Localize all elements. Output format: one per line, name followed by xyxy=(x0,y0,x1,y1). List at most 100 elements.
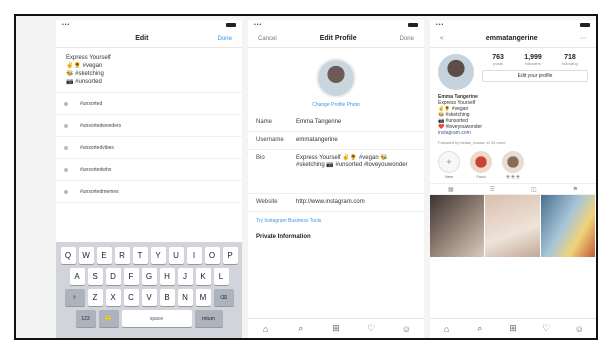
nav-bar: Cancel Edit Profile Done xyxy=(248,30,424,48)
add-post-icon[interactable]: ⊞ xyxy=(506,322,520,336)
key-8[interactable]: ⌫ xyxy=(213,289,234,306)
search-icon[interactable]: ⌕ xyxy=(294,322,308,336)
key-4[interactable]: G xyxy=(141,268,157,285)
photo-thumbnail[interactable] xyxy=(430,195,485,257)
following-stat[interactable]: 718 following xyxy=(562,54,578,66)
key-0[interactable]: A xyxy=(69,268,85,285)
key-3[interactable]: R xyxy=(114,247,130,264)
key-2[interactable]: E xyxy=(96,247,112,264)
key-3[interactable]: C xyxy=(123,289,139,306)
battery-icon xyxy=(580,23,590,27)
list-item[interactable]: #unsortedwho xyxy=(56,159,242,181)
name-field[interactable]: Name Emma Tangerine xyxy=(248,114,424,132)
list-item[interactable]: #unsorted xyxy=(56,93,242,115)
battery-icon xyxy=(408,23,418,27)
home-icon[interactable]: ⌂ xyxy=(259,322,273,336)
key-6[interactable]: N xyxy=(177,289,193,306)
key-7[interactable]: M xyxy=(195,289,211,306)
key-9[interactable]: P xyxy=(222,247,238,264)
business-tools-link[interactable]: Try Instagram Business Tools xyxy=(248,212,424,230)
key-0[interactable]: 123 xyxy=(75,310,96,327)
key-4[interactable]: T xyxy=(132,247,148,264)
profile-photo[interactable] xyxy=(316,58,356,98)
key-6[interactable]: U xyxy=(168,247,184,264)
bio-line: ✌️🌻 #vegan xyxy=(66,63,103,69)
bio-line: Express Yourself xyxy=(66,55,111,61)
field-value: emmatangerine xyxy=(296,137,338,143)
cancel-button[interactable]: Cancel xyxy=(258,36,277,42)
nav-title: Edit Profile xyxy=(319,35,357,42)
saved-icon[interactable]: ⚑ xyxy=(573,186,578,193)
key-4[interactable]: V xyxy=(141,289,157,306)
key-7[interactable]: I xyxy=(186,247,202,264)
done-button[interactable]: Done xyxy=(218,36,232,42)
list-item[interactable]: #unsortedvibes xyxy=(56,137,242,159)
highlight-coffee[interactable]: ☕☕☕ xyxy=(502,151,524,179)
profile-icon[interactable]: ☺ xyxy=(572,322,586,336)
posts-stat[interactable]: 763 posts xyxy=(492,54,504,66)
followed-by-text[interactable]: Followed by bellas_mama, et 33 more xyxy=(430,138,596,147)
photo-thumbnail[interactable] xyxy=(485,195,540,257)
more-icon[interactable]: ⋯ xyxy=(580,35,586,42)
field-label: Username xyxy=(256,137,284,143)
key-2[interactable]: D xyxy=(105,268,121,285)
key-2[interactable]: X xyxy=(105,289,121,306)
bio-line: 📷 #unsorted xyxy=(66,79,102,85)
hashtag-icon xyxy=(64,189,68,194)
key-3[interactable]: F xyxy=(123,268,139,285)
edit-profile-button[interactable]: Edit your profile xyxy=(482,70,588,82)
highlight-food[interactable]: Food xyxy=(470,151,492,179)
hashtag-suggestions: #unsorted #unsortedwonders #unsortedvibe… xyxy=(56,92,242,203)
key-5[interactable]: B xyxy=(159,289,175,306)
tag-name: #unsortedwho xyxy=(80,166,112,173)
profile-link[interactable]: instagram.com xyxy=(438,130,588,136)
heart-icon[interactable]: ♡ xyxy=(364,322,378,336)
bio-editor[interactable]: Express Yourself ✌️🌻 #vegan 🐝 #sketching… xyxy=(56,48,242,92)
key-1[interactable]: S xyxy=(87,268,103,285)
bio-field[interactable]: Bio Express Yourself ✌️🌻 #vegan 🐝 #sketc… xyxy=(248,150,424,194)
key-3[interactable]: return xyxy=(194,310,223,327)
username-field[interactable]: Username emmatangerine xyxy=(248,132,424,150)
field-label: Name xyxy=(256,119,273,125)
key-8[interactable]: L xyxy=(213,268,229,285)
list-icon[interactable]: ☰ xyxy=(490,186,495,193)
key-0[interactable]: Q xyxy=(60,247,76,264)
key-5[interactable]: H xyxy=(159,268,175,285)
profile-bio: Emma Tangerine Express Yourself ✌️🌻 #veg… xyxy=(430,92,596,138)
key-7[interactable]: K xyxy=(195,268,211,285)
key-0[interactable]: ⇧ xyxy=(64,289,85,306)
tagged-icon[interactable]: ◫ xyxy=(531,186,537,193)
stat-number: 718 xyxy=(564,54,576,61)
photo-thumbnail[interactable] xyxy=(540,195,595,257)
highlight-new[interactable]: + New xyxy=(438,151,460,179)
stat-label: posts xyxy=(493,61,503,66)
key-8[interactable]: O xyxy=(204,247,220,264)
home-icon[interactable]: ⌂ xyxy=(440,322,454,336)
list-item[interactable]: #unsortedwonders xyxy=(56,115,242,137)
profile-icon[interactable]: ☺ xyxy=(399,322,413,336)
back-icon[interactable]: < xyxy=(440,36,444,42)
change-photo-link[interactable]: Change Profile Photo xyxy=(248,102,424,108)
add-post-icon[interactable]: ⊞ xyxy=(329,322,343,336)
heart-icon[interactable]: ♡ xyxy=(539,322,553,336)
followers-stat[interactable]: 1,999 followers xyxy=(524,54,542,66)
phone-edit-profile: ••• Cancel Edit Profile Done Change Prof… xyxy=(248,20,424,338)
tab-bar: ⌂ ⌕ ⊞ ♡ ☺ xyxy=(248,318,424,338)
field-value: Express Yourself ✌️🌻 #vegan 🐝 #sketching… xyxy=(296,155,408,168)
key-1[interactable]: 🙂 xyxy=(98,310,119,327)
website-field[interactable]: Website http://www.instagram.com xyxy=(248,194,424,212)
list-item[interactable]: #unsortedmemes xyxy=(56,181,242,203)
phone-profile: ••• < emmatangerine ⋯ 763 posts 1,999 fo… xyxy=(430,20,596,338)
key-2[interactable]: space xyxy=(121,310,192,327)
key-5[interactable]: Y xyxy=(150,247,166,264)
field-value: Emma Tangerine xyxy=(296,119,342,125)
done-button[interactable]: Done xyxy=(400,36,414,42)
keyboard-row: 123 🙂 space return xyxy=(59,310,239,327)
highlight-cover xyxy=(502,151,524,173)
key-1[interactable]: Z xyxy=(87,289,103,306)
grid-icon[interactable]: ▦ xyxy=(448,186,454,193)
search-icon[interactable]: ⌕ xyxy=(473,322,487,336)
key-6[interactable]: J xyxy=(177,268,193,285)
avatar[interactable] xyxy=(438,54,474,90)
key-1[interactable]: W xyxy=(78,247,94,264)
